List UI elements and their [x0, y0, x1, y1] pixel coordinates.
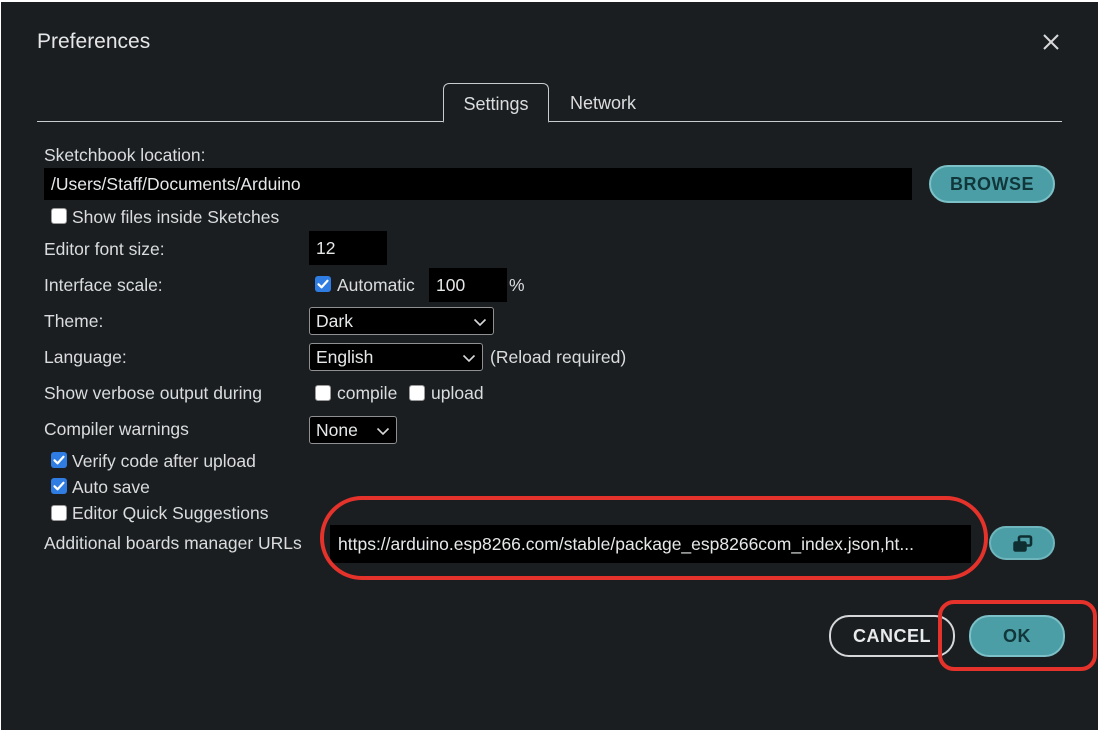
scale-unit-label: %: [509, 275, 525, 295]
language-select[interactable]: English: [309, 343, 483, 371]
reload-required-note: (Reload required): [490, 347, 627, 367]
interface-scale-input[interactable]: 100: [429, 268, 507, 302]
theme-select[interactable]: Dark: [309, 307, 494, 335]
cancel-button[interactable]: CANCEL: [829, 615, 955, 657]
upload-label: upload: [431, 383, 484, 403]
boards-manager-urls-input[interactable]: https://arduino.esp8266.com/stable/packa…: [330, 525, 971, 563]
theme-select-value: Dark: [316, 311, 353, 331]
tab-settings[interactable]: Settings: [443, 83, 549, 123]
show-files-label: Show files inside Sketches: [72, 207, 280, 227]
language-select-value: English: [316, 347, 374, 367]
sketchbook-location-input[interactable]: /Users/Staff/Documents/Arduino: [44, 168, 912, 200]
language-label: Language:: [44, 347, 127, 367]
browse-button[interactable]: BROWSE: [929, 165, 1055, 203]
dialog-title: Preferences: [37, 30, 151, 53]
compile-checkbox[interactable]: [315, 385, 331, 401]
verbose-output-label: Show verbose output during: [44, 383, 262, 403]
tabs-divider: [37, 121, 1062, 122]
quick-suggestions-checkbox[interactable]: [51, 505, 67, 521]
verify-code-checkbox[interactable]: [51, 452, 67, 468]
close-icon[interactable]: [1037, 28, 1065, 56]
show-files-checkbox[interactable]: [51, 208, 67, 224]
compiler-warnings-value: None: [316, 420, 358, 440]
boards-manager-urls-label: Additional boards manager URLs: [44, 533, 302, 553]
editor-font-size-input[interactable]: 12: [309, 231, 387, 265]
auto-save-checkbox[interactable]: [51, 478, 67, 494]
ok-button[interactable]: OK: [969, 615, 1065, 657]
preferences-dialog: Preferences Settings Network Sketchbook …: [1, 2, 1098, 730]
automatic-label: Automatic: [337, 275, 415, 295]
compiler-warnings-select[interactable]: None: [309, 416, 397, 444]
boards-urls-edit-button[interactable]: [989, 526, 1055, 560]
verify-code-label: Verify code after upload: [72, 451, 256, 471]
theme-label: Theme:: [44, 311, 104, 331]
chevron-down-icon: [462, 344, 476, 370]
upload-checkbox[interactable]: [409, 385, 425, 401]
quick-suggestions-label: Editor Quick Suggestions: [72, 503, 269, 523]
tab-settings-label: Settings: [463, 94, 529, 114]
compiler-warnings-label: Compiler warnings: [44, 419, 189, 439]
tab-network[interactable]: Network: [553, 83, 653, 122]
automatic-checkbox[interactable]: [315, 276, 331, 292]
chevron-down-icon: [473, 308, 487, 334]
sketchbook-location-label: Sketchbook location:: [44, 145, 206, 165]
chevron-down-icon: [376, 417, 390, 443]
auto-save-label: Auto save: [72, 477, 150, 497]
interface-scale-label: Interface scale:: [44, 275, 163, 295]
open-window-icon: [1012, 535, 1034, 558]
editor-font-size-label: Editor font size:: [44, 239, 165, 259]
compile-label: compile: [337, 383, 398, 403]
tab-network-label: Network: [569, 93, 636, 113]
